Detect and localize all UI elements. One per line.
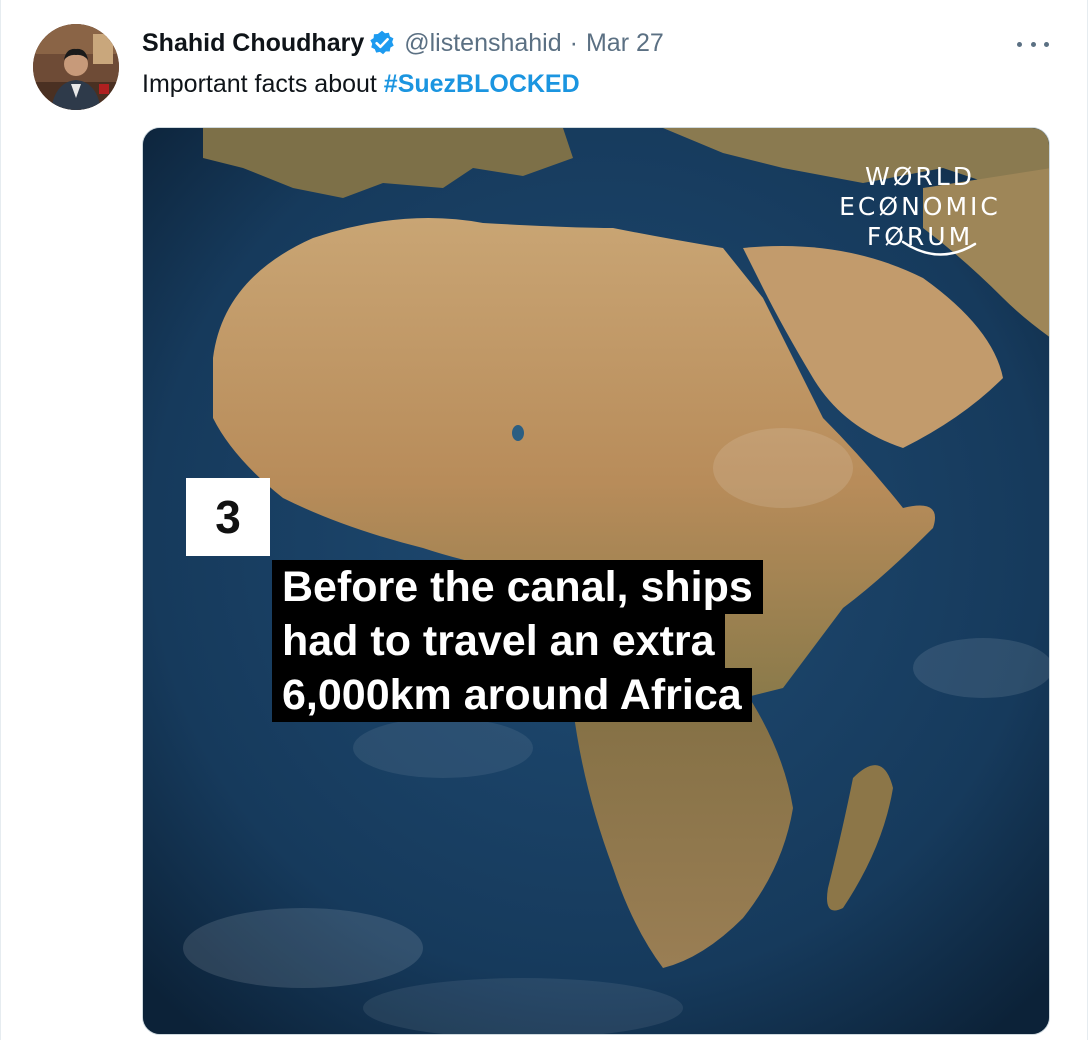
separator-dot: · — [569, 28, 578, 57]
hashtag-link[interactable]: #SuezBLOCKED — [384, 70, 580, 98]
tweet-media-video[interactable]: WØRLD ECØNOMIC FØRUM 3 Before the canal,… — [142, 127, 1050, 1035]
fact-number-badge: 3 — [186, 478, 270, 556]
tweet-timestamp[interactable]: Mar 27 — [586, 29, 664, 58]
logo-line-1: WØRLD — [865, 162, 975, 191]
verified-badge-icon — [368, 29, 396, 57]
tweet-header: Shahid Choudhary @listenshahid · Mar 27 — [142, 26, 664, 60]
tweet-text-prefix: Important facts about — [142, 70, 384, 98]
logo-line-2: ECØNOMIC — [839, 192, 1001, 221]
tweet-card[interactable]: Shahid Choudhary @listenshahid · Mar 27 … — [0, 0, 1088, 1040]
caption-line-1: Before the canal, ships — [272, 560, 763, 614]
tweet-text: Important facts about #SuezBLOCKED — [142, 70, 580, 99]
author-handle[interactable]: @listenshahid — [404, 29, 561, 58]
author-name[interactable]: Shahid Choudhary — [142, 29, 364, 58]
caption-line-2: had to travel an extra — [272, 614, 725, 668]
author-avatar[interactable] — [33, 24, 119, 110]
avatar-image — [33, 24, 119, 110]
logo-arc-icon — [901, 240, 977, 256]
video-caption: Before the canal, ships had to travel an… — [272, 560, 763, 722]
caption-line-3: 6,000km around Africa — [272, 668, 752, 722]
more-options-icon[interactable] — [1017, 30, 1049, 58]
